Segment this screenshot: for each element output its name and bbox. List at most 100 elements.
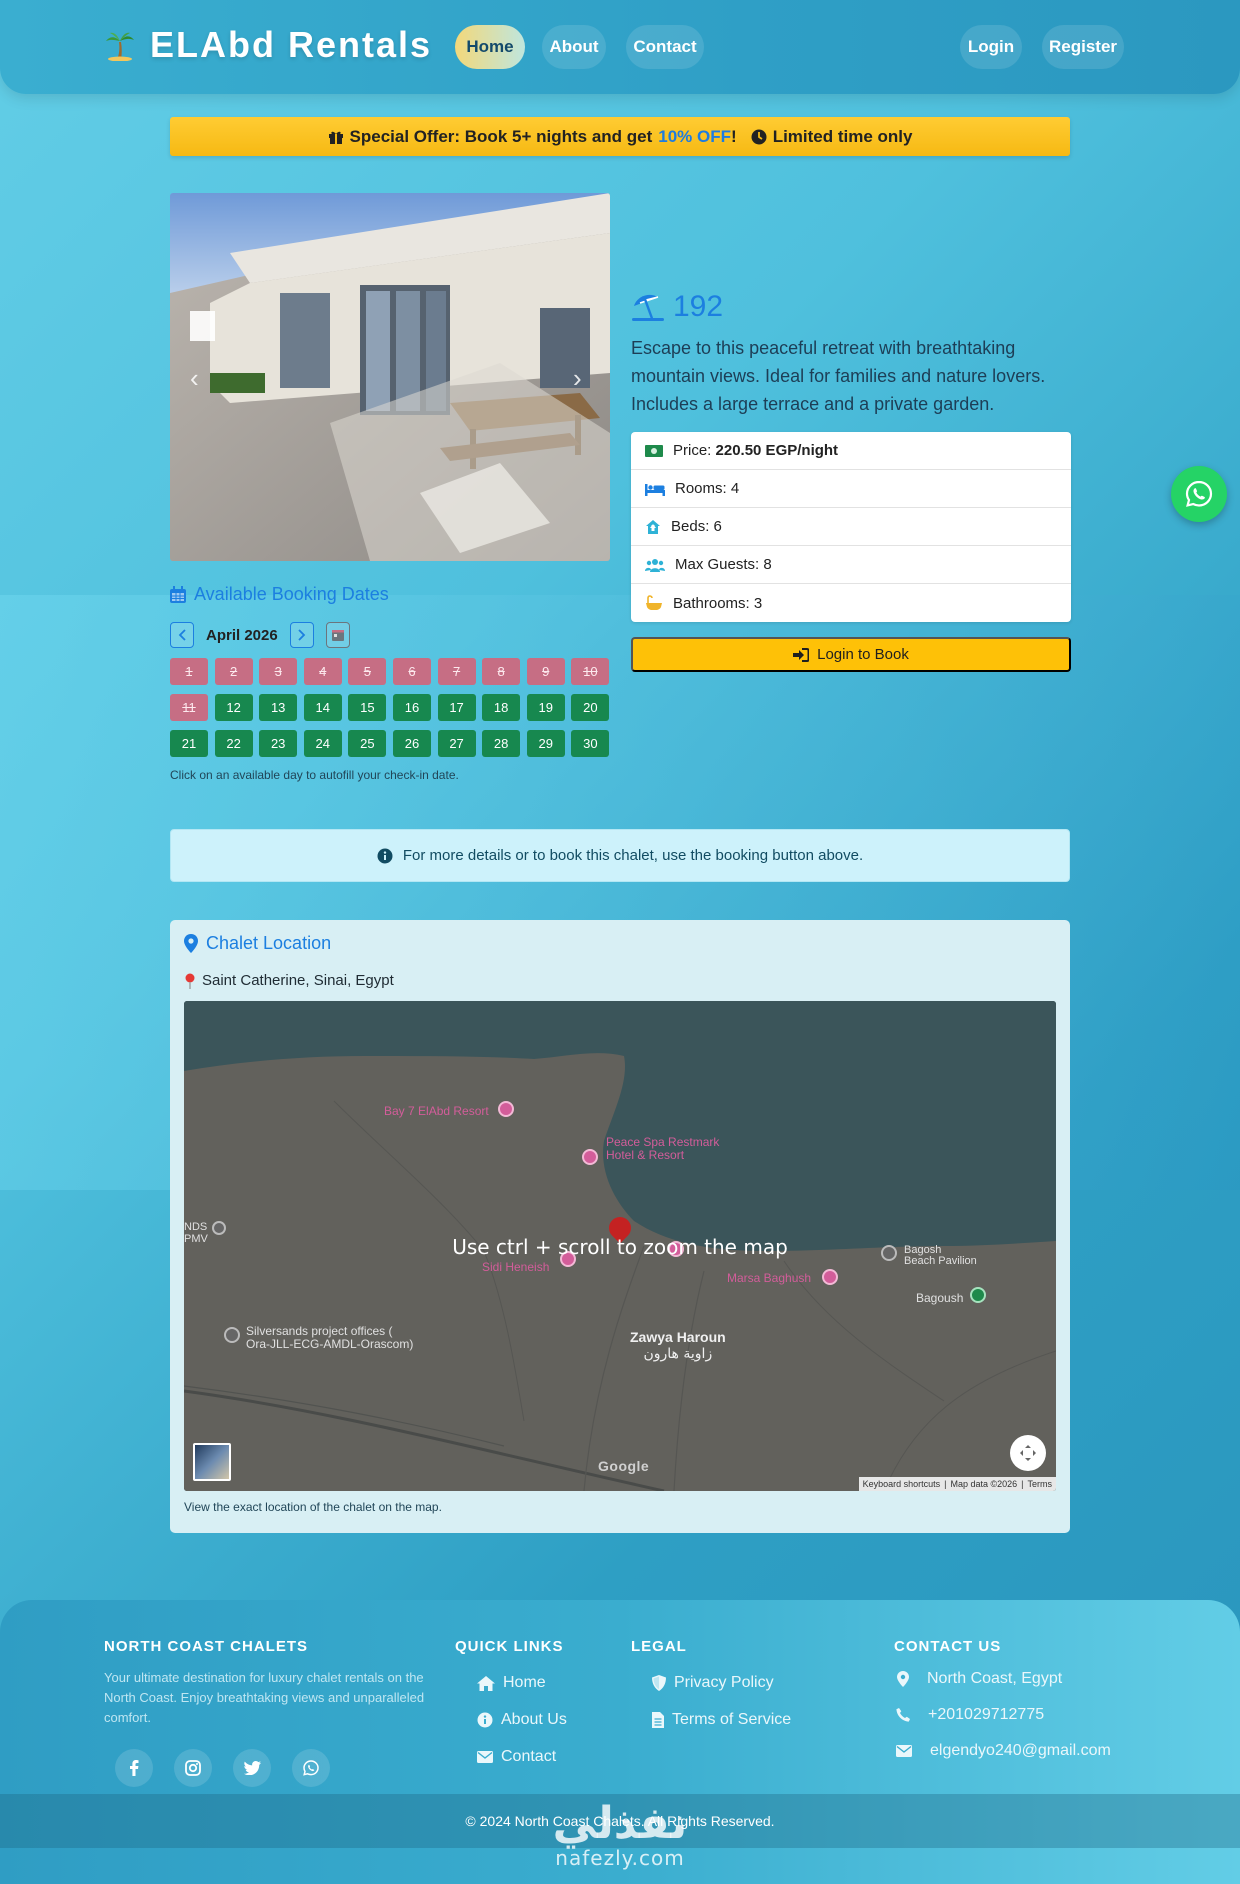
footer-link-home[interactable]: Home [477,1674,546,1692]
carousel-prev-icon[interactable]: ‹ [190,363,199,394]
map-terms-link[interactable]: Terms [1028,1479,1053,1489]
twitter-icon [243,1761,261,1775]
calendar-day-available[interactable]: 17 [437,694,476,721]
map-label-peace[interactable]: Peace Spa Restmark Hotel & Resort [606,1136,719,1162]
calendar-day-available[interactable]: 22 [214,730,253,757]
map-poi-icon[interactable] [212,1221,226,1235]
footer-link-about-label: About Us [501,1711,567,1728]
footer-link-contact[interactable]: Contact [477,1748,556,1766]
map-label-marsa[interactable]: Marsa Baghush [727,1271,811,1285]
guests-text: Max Guests: 8 [675,556,772,573]
calendar-day-available[interactable]: 21 [170,730,208,757]
calendar-day-booked: 2 [214,658,253,685]
map-label-silver[interactable]: Silversands project offices ( Ora-JLL-EC… [246,1325,413,1351]
house-person-icon [646,519,660,534]
calendar-day-available[interactable]: 12 [214,694,253,721]
nav-register[interactable]: Register [1042,25,1124,69]
calendar-day-booked: 1 [170,658,208,685]
calendar-grid: 1 2 3 4 5 6 7 8 9 10 11 12 13 14 15 16 17 18 19 20 21 22 23 24 2… [170,658,610,757]
map-label-bay7[interactable]: Bay 7 ElAbd Resort [384,1104,489,1118]
calendar-day-available[interactable]: 13 [259,694,298,721]
calendar-day-available[interactable]: 14 [303,694,342,721]
calendar-day-available[interactable]: 15 [348,694,387,721]
special-offer-banner: Special Offer: Book 5+ nights and get 10… [170,117,1070,156]
footer-contact-email[interactable]: elgendyo240@gmail.com [896,1742,1111,1760]
map-poi-icon[interactable] [970,1287,986,1303]
footer-link-terms[interactable]: Terms of Service [652,1711,791,1729]
footer-link-privacy[interactable]: Privacy Policy [652,1674,774,1692]
map-label-zawya-ar: زاوية هارون [643,1346,713,1362]
calendar-day-available[interactable]: 30 [571,730,610,757]
calendar-prev-month-button[interactable] [170,622,194,648]
calendar-icon [170,586,186,603]
palm-tree-icon [106,32,134,61]
calendar-day-booked: 3 [259,658,298,685]
calendar-day-available[interactable]: 26 [392,730,431,757]
nav-home[interactable]: Home [455,25,525,69]
map-label-sidi[interactable]: Sidi Heneish [482,1260,549,1274]
spec-bathrooms: Bathrooms: 3 [631,584,1071,622]
map-label-bagoush[interactable]: Bagoush [916,1291,963,1305]
google-map[interactable]: Bay 7 ElAbd Resort Peace Spa Restmark Ho… [184,1001,1056,1491]
chalet-photo-carousel[interactable]: ‹ › [170,193,610,561]
footer-link-about[interactable]: About Us [477,1711,567,1729]
map-label-peace-line1: Peace Spa Restmark [606,1135,720,1149]
twitter-link[interactable] [233,1749,271,1787]
carousel-next-icon[interactable]: › [573,363,582,394]
calendar-day-available[interactable]: 23 [259,730,298,757]
calendar-day-available[interactable]: 18 [482,694,521,721]
info-circle-icon [477,1712,493,1728]
calendar-next-month-button[interactable] [289,622,314,648]
calendar-day-available[interactable]: 24 [303,730,342,757]
brand[interactable]: ELAbd Rentals [104,24,432,66]
footer-link-home-label: Home [503,1674,546,1691]
calendar-today-button[interactable] [325,622,350,648]
footer-contact-email-text: elgendyo240@gmail.com [930,1742,1111,1759]
map-poi-icon[interactable] [224,1327,240,1343]
chalet-photo [170,193,610,561]
calendar-day-available[interactable]: 27 [437,730,476,757]
calendar-day-available[interactable]: 25 [348,730,387,757]
calendar-header: April 2026 [170,622,350,648]
login-to-book-button[interactable]: Login to Book [631,637,1071,672]
whatsapp-float-button[interactable] [1171,466,1227,522]
map-poi-icon[interactable] [822,1269,838,1285]
footer-contact-phone[interactable]: +201029712775 [896,1706,1044,1724]
map-poi-icon[interactable] [498,1101,514,1117]
footer-contact-phone-text: +201029712775 [928,1706,1045,1723]
instagram-link[interactable] [174,1749,212,1787]
footer-contact-address-text: North Coast, Egypt [927,1670,1063,1687]
footer-contact-address: North Coast, Egypt [897,1670,1062,1688]
map-keyboard-shortcuts[interactable]: Keyboard shortcuts [863,1479,941,1489]
bathrooms-text: Bathrooms: 3 [673,594,763,612]
nav-contact[interactable]: Contact [626,25,704,69]
calendar-day-booked: 11 [170,694,208,721]
calendar-day-available[interactable]: 16 [392,694,431,721]
calendar-day-available[interactable]: 29 [526,730,565,757]
map-poi-icon[interactable] [582,1149,598,1165]
envelope-icon [477,1751,493,1763]
phone-icon [896,1708,910,1722]
map-label-zawya[interactable]: Zawya Haroun زاوية هارون [630,1329,726,1362]
calendar-day-available[interactable]: 28 [482,730,521,757]
calendar-day-available[interactable]: 20 [571,694,610,721]
map-satellite-toggle[interactable] [193,1443,231,1481]
watermark-url: nafezly.com [555,1846,685,1870]
arrows-expand-icon [1020,1445,1036,1461]
calendar-day-available[interactable]: 19 [526,694,565,721]
brand-name: ELAbd Rentals [150,24,433,65]
footer-link-terms-label: Terms of Service [672,1711,792,1728]
map-fullscreen-button[interactable] [1010,1435,1046,1471]
sign-in-icon [793,647,810,662]
map-label-silver-line2: Ora-JLL-ECG-AMDL-Orascom) [246,1337,414,1351]
whatsapp-icon [303,1760,319,1776]
footer-quick-title: QUICK LINKS [455,1638,564,1655]
nav-about[interactable]: About [542,25,606,69]
book-button-label: Login to Book [817,646,909,663]
chevron-right-icon [298,629,305,641]
nav-login[interactable]: Login [960,25,1022,69]
whatsapp-link[interactable] [292,1749,330,1787]
facebook-icon [130,1760,139,1776]
bath-icon [646,595,662,610]
facebook-link[interactable] [115,1749,153,1787]
